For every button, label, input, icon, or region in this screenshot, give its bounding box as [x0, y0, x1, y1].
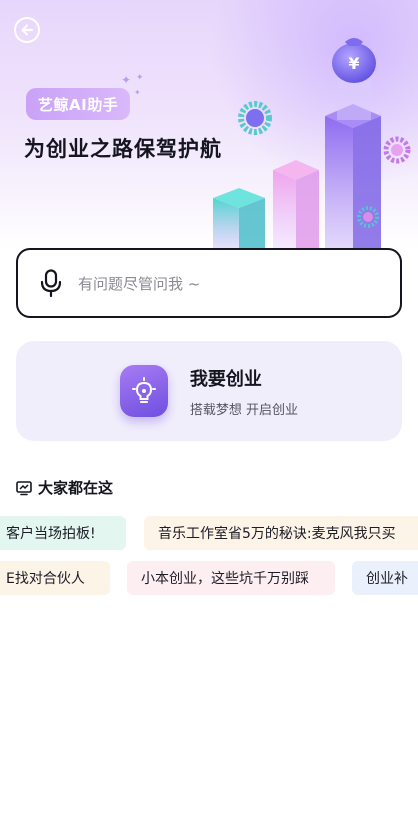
sparkle-icon: ✦ [121, 73, 132, 87]
back-arrow-icon [21, 24, 34, 36]
topic-chip[interactable]: 音乐工作室省5万的秘诀:麦克风我只买 [144, 516, 418, 550]
topic-chip[interactable]: 创业补 [352, 561, 418, 595]
microphone-icon[interactable] [40, 269, 62, 297]
card-text: 我要创业 搭载梦想 开启创业 [190, 365, 298, 418]
lightbulb-icon [131, 377, 156, 403]
topic-chip-label: E找对合伙人 [6, 571, 85, 587]
section-header: 大家都在这 [16, 477, 113, 498]
topic-chip-label: 客户当场拍板! [6, 526, 96, 542]
svg-text:¥: ¥ [348, 54, 359, 73]
topic-chip[interactable]: E找对合伙人 [0, 561, 110, 595]
search-input[interactable]: 有问题尽管问我 ~ [16, 248, 402, 318]
topic-chip-label: 小本创业，这些坑千万别踩 [141, 571, 309, 587]
topic-chip-label: 音乐工作室省5万的秘诀:麦克风我只买 [158, 526, 396, 542]
topic-chip-row: E找对合伙人 小本创业，这些坑千万别踩 创业补 [0, 561, 418, 595]
card-subtitle: 搭载梦想 开启创业 [189, 402, 299, 418]
sparkle-icon: ✦ [136, 73, 144, 83]
growth-bars-illustration: ¥ [213, 38, 411, 250]
card-title: 我要创业 [189, 368, 262, 390]
section-title: 大家都在这 [38, 479, 114, 497]
hero-banner: ✦ ✦ ✦ 艺鲸AI助手 为创业之路保驾护航 ¥ [0, 0, 418, 250]
card-icon-tile [119, 365, 168, 417]
monitor-chart-icon [16, 480, 32, 495]
hero-title: 为创业之路保驾护航 [24, 137, 222, 161]
topic-chip-row: 客户当场拍板! 音乐工作室省5万的秘诀:麦克风我只买 [0, 516, 418, 550]
topic-chip-label: 创业补 [366, 571, 408, 587]
back-button[interactable] [14, 17, 40, 43]
search-placeholder: 有问题尽管问我 ~ [78, 274, 201, 293]
topic-chip[interactable]: 客户当场拍板! [0, 516, 126, 550]
start-business-card[interactable]: 我要创业 搭载梦想 开启创业 [16, 341, 402, 441]
topic-chip[interactable]: 小本创业，这些坑千万别踩 [127, 561, 335, 595]
ai-assistant-badge: 艺鲸AI助手 [26, 88, 131, 120]
sparkle-icon: ✦ [134, 88, 141, 97]
